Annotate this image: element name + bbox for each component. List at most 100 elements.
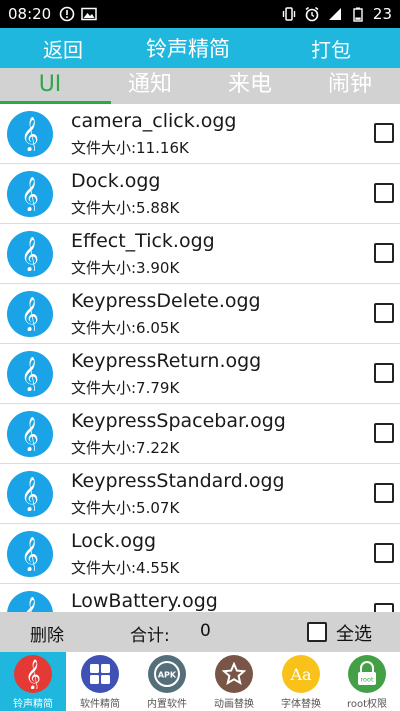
file-size: 文件大小:7.79K [71,379,180,397]
file-name: Dock.ogg [71,170,161,192]
font-icon: Aa [282,655,320,693]
svg-text:𝄞: 𝄞 [21,237,39,271]
music-note-icon: 𝄞 [7,591,53,612]
status-bar: 08:20 23 [0,0,400,28]
page-title: 铃声精简 [146,37,230,61]
pack-button[interactable]: 打包 [311,34,351,63]
select-checkbox[interactable] [374,543,394,563]
file-name: KeypressDelete.ogg [71,290,261,312]
tab-alarm[interactable]: 闹钟 [300,68,400,104]
apk-icon-text: APK [158,671,177,680]
music-note-icon: 𝄞 [7,351,53,397]
music-note-icon: 𝄞 [7,171,53,217]
nav-animation-replace[interactable]: 动画替换 [201,652,267,711]
list-item[interactable]: 𝄞 KeypressStandard.ogg 文件大小:5.07K [0,464,400,524]
category-tabs: UI 通知 来电 闹钟 [0,68,400,104]
list-item[interactable]: 𝄞 KeypressReturn.ogg 文件大小:7.79K [0,344,400,404]
file-name: camera_click.ogg [71,110,237,132]
list-item[interactable]: 𝄞 KeypressDelete.ogg 文件大小:6.05K [0,284,400,344]
select-checkbox[interactable] [374,123,394,143]
file-size: 文件大小:6.05K [71,319,180,337]
svg-text:𝄞: 𝄞 [21,597,39,612]
select-checkbox[interactable] [374,243,394,263]
title-bar: 返回 铃声精简 打包 [0,28,400,68]
music-note-icon: 𝄞 [7,471,53,517]
select-checkbox[interactable] [374,603,394,612]
tab-ui[interactable]: UI [0,68,100,104]
alarm-icon [305,6,319,22]
nav-label: 内置软件 [147,699,187,710]
ringtone-file-list: 𝄞 camera_click.ogg 文件大小:11.16K 𝄞 Dock.og… [0,104,400,612]
delete-button[interactable]: 删除 [30,621,64,646]
tab-incoming-call[interactable]: 来电 [200,68,300,104]
music-note-icon: 𝄞 [7,531,53,577]
file-size: 文件大小:5.07K [71,499,180,517]
status-time: 08:20 [8,5,52,23]
nav-label: root权限 [346,699,388,710]
file-size: 文件大小:4.55K [71,559,180,577]
file-name: KeypressReturn.ogg [71,350,262,372]
svg-text:𝄞: 𝄞 [21,537,39,571]
battery-icon [353,7,363,22]
file-size: 文件大小:7.22K [71,439,180,457]
list-item[interactable]: 𝄞 Effect_Tick.ogg 文件大小:3.90K [0,224,400,284]
list-item[interactable]: 𝄞 Lock.ogg 文件大小:4.55K [0,524,400,584]
music-note-icon: 𝄞 [7,411,53,457]
select-checkbox[interactable] [374,363,394,383]
nav-label: 铃声精简 [13,699,53,710]
font-icon-text: Aa [289,665,312,684]
list-item[interactable]: 𝄞 LowBattery.ogg [0,584,400,612]
nav-ringtone-slim[interactable]: 𝄞 铃声精简 [0,652,66,711]
action-bar: 删除 合计: 0 全选 [0,612,400,652]
svg-text:𝄞: 𝄞 [21,477,39,511]
svg-text:𝄞: 𝄞 [21,177,39,211]
file-name: LowBattery.ogg [71,590,218,612]
select-checkbox[interactable] [374,483,394,503]
status-right: 23 [281,5,392,23]
total-label: 合计: [130,626,170,646]
select-all-label[interactable]: 全选 [336,620,372,646]
file-name: Lock.ogg [71,530,157,552]
lock-icon-text: root [360,676,373,684]
svg-text:𝄞: 𝄞 [25,659,40,689]
list-item[interactable]: 𝄞 Dock.ogg 文件大小:5.88K [0,164,400,224]
nav-label: 字体替换 [281,699,321,710]
nav-app-slim[interactable]: 软件精简 [67,652,133,711]
apk-icon: APK [148,655,186,693]
image-icon [81,7,97,21]
lock-icon: root [348,655,386,693]
file-name: KeypressStandard.ogg [71,470,285,492]
select-all-checkbox[interactable] [307,622,327,642]
file-size: 文件大小:11.16K [71,139,189,157]
nav-builtin-apps[interactable]: APK 内置软件 [134,652,200,711]
file-name: Effect_Tick.ogg [71,230,215,252]
svg-text:𝄞: 𝄞 [21,297,39,331]
apps-grid-icon [81,655,119,693]
nav-label: 软件精简 [80,699,120,710]
file-size: 文件大小:3.90K [71,259,180,277]
star-icon [215,655,253,693]
vibrate-icon [282,7,296,21]
select-checkbox[interactable] [374,423,394,443]
bottom-navigation: 𝄞 铃声精简 软件精简 APK 内置软件 动画替换 Aa 字体替换 root r… [0,652,400,711]
svg-text:𝄞: 𝄞 [21,417,39,451]
music-note-icon: 𝄞 [14,655,52,693]
battery-level: 23 [372,5,392,23]
svg-text:𝄞: 𝄞 [21,117,39,151]
file-name: KeypressSpacebar.ogg [71,410,286,432]
signal-icon [328,8,341,20]
back-button[interactable]: 返回 [43,34,83,63]
list-item[interactable]: 𝄞 camera_click.ogg 文件大小:11.16K [0,104,400,164]
select-checkbox[interactable] [374,303,394,323]
nav-label: 动画替换 [214,699,254,710]
alert-icon [59,6,75,22]
music-note-icon: 𝄞 [7,291,53,337]
svg-text:𝄞: 𝄞 [21,357,39,391]
list-item[interactable]: 𝄞 KeypressSpacebar.ogg 文件大小:7.22K [0,404,400,464]
select-checkbox[interactable] [374,183,394,203]
nav-font-replace[interactable]: Aa 字体替换 [268,652,334,711]
selected-count: 0 [200,621,211,641]
tab-notification[interactable]: 通知 [100,68,200,104]
file-size: 文件大小:5.88K [71,199,180,217]
nav-root-permission[interactable]: root root权限 [334,652,400,711]
